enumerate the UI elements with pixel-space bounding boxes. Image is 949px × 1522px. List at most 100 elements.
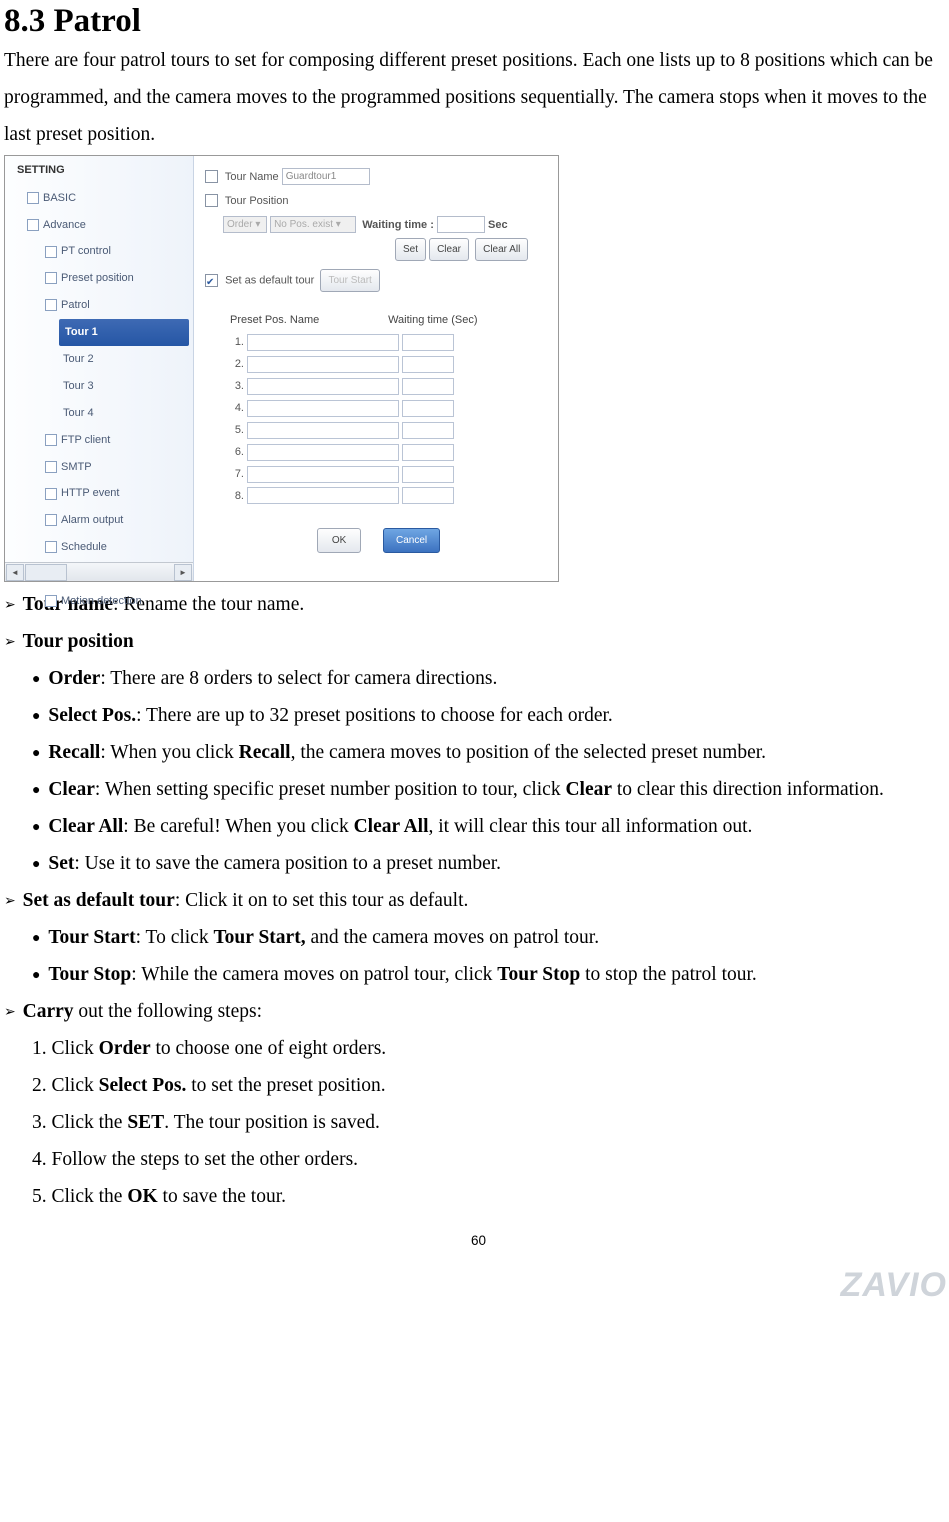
waiting-time-label: Waiting time : [362,219,434,231]
sidebar-item-label: Patrol [61,299,90,311]
sidebar-item-label: FTP client [61,434,110,446]
sidebar-item-label: Advance [43,219,86,231]
row-number: 5. [230,420,244,441]
sidebar-item-label: SMTP [61,461,92,473]
sidebar-item-label: Alarm output [61,514,123,526]
preset-name-cell[interactable] [247,422,399,439]
preset-name-cell[interactable] [247,444,399,461]
folder-icon [27,192,39,204]
folder-icon [45,299,57,311]
steps-list: 1. Click Order to choose one of eight or… [4,1030,949,1215]
tour-start-button[interactable]: Tour Start [320,269,379,292]
sidebar-item[interactable]: Alarm output [5,507,193,534]
preset-name-cell[interactable] [247,400,399,417]
row-number: 1. [230,332,244,353]
brand-logo: ZAVIO [841,1253,947,1318]
position-select[interactable]: No Pos. exist ▾ [270,216,356,233]
table-row: 2. [230,354,552,375]
sidebar-item-label: BASIC [43,192,76,204]
tour-name-checkbox[interactable] [205,170,218,183]
sidebar-item[interactable]: Tour 3 [5,373,193,400]
set-button[interactable]: Set [395,238,426,261]
clear-button[interactable]: Clear [429,238,469,261]
sidebar-item[interactable]: Advance [5,212,193,239]
waiting-time-cell[interactable] [402,378,454,395]
table-row: 8. [230,486,552,507]
sidebar-item[interactable]: Schedule [5,534,193,561]
table-row: 6. [230,442,552,463]
row-number: 3. [230,376,244,397]
tour-name-input[interactable]: Guardtour1 [282,168,370,185]
sidebar-item[interactable]: SMTP [5,454,193,481]
sidebar-item-label: PT control [61,245,111,257]
table-row: 5. [230,420,552,441]
sidebar-item[interactable]: Motion detection [5,588,193,615]
preset-name-cell[interactable] [247,487,399,504]
scroll-right-arrow[interactable]: ► [174,564,192,581]
tour-position-checkbox[interactable] [205,194,218,207]
horizontal-scrollbar[interactable]: ◄ ► [5,562,193,581]
sidebar-item[interactable]: Tour 4 [5,400,193,427]
preset-name-cell[interactable] [247,356,399,373]
waiting-time-cell[interactable] [402,444,454,461]
clear-all-button[interactable]: Clear All [475,238,528,261]
table-row: 4. [230,398,552,419]
preset-table: Preset Pos. Name Waiting time (Sec) 1.2.… [230,310,552,506]
settings-sidebar: SETTING BASIC Advance PT control Preset pos… [5,156,194,581]
order-select[interactable]: Order ▾ [223,216,267,233]
table-row: 3. [230,376,552,397]
folder-icon [45,514,57,526]
default-tour-checkbox[interactable] [205,274,218,287]
sidebar-item-label: Tour 4 [63,407,94,419]
folder-icon [45,434,57,446]
settings-screenshot: SETTING BASIC Advance PT control Preset pos… [4,155,559,582]
waiting-time-cell[interactable] [402,422,454,439]
sidebar-item[interactable]: HTTP event [5,480,193,507]
preset-name-cell[interactable] [247,466,399,483]
col-header-wait: Waiting time (Sec) [388,314,477,326]
sidebar-item-label: Schedule [61,541,107,553]
waiting-time-input[interactable] [437,216,485,233]
row-number: 6. [230,442,244,463]
folder-icon [45,595,57,607]
waiting-time-cell[interactable] [402,356,454,373]
scroll-left-arrow[interactable]: ◄ [6,564,24,581]
folder-icon [27,219,39,231]
sidebar-item[interactable]: Tour 1 [59,319,189,346]
sidebar-item-label: Tour 2 [63,353,94,365]
sidebar-item-label: Preset position [61,272,134,284]
row-number: 4. [230,398,244,419]
scroll-thumb[interactable] [25,564,67,581]
waiting-time-cell[interactable] [402,487,454,504]
folder-icon [45,246,57,258]
col-header-name: Preset Pos. Name [230,310,385,331]
sidebar-item[interactable]: Tour 2 [5,346,193,373]
row-number: 7. [230,464,244,485]
sidebar-item[interactable]: FTP client [5,427,193,454]
row-number: 8. [230,486,244,507]
tour-position-label: Tour Position [225,195,289,207]
ok-button[interactable]: OK [317,528,361,553]
preset-name-cell[interactable] [247,378,399,395]
waiting-time-cell[interactable] [402,400,454,417]
sidebar-item[interactable]: Patrol [5,292,193,319]
sidebar-item[interactable]: BASIC [5,185,193,212]
folder-icon [45,272,57,284]
folder-icon [45,488,57,500]
sidebar-item[interactable]: Preset position [5,265,193,292]
waiting-time-cell[interactable] [402,466,454,483]
sidebar-item-label: HTTP event [61,487,120,499]
sidebar-item[interactable]: PT control [5,238,193,265]
folder-icon [45,461,57,473]
cancel-button[interactable]: Cancel [383,528,440,553]
page-number: 60 [4,1228,949,1254]
sidebar-item-label: Tour 3 [63,380,94,392]
preset-name-cell[interactable] [247,334,399,351]
sidebar-item-label: Motion detection [61,595,142,607]
settings-form: Tour Name Guardtour1 Tour Position Order… [205,164,552,559]
row-number: 2. [230,354,244,375]
tour-name-label: Tour Name [225,171,279,183]
folder-icon [45,541,57,553]
waiting-time-cell[interactable] [402,334,454,351]
sidebar-header: SETTING [5,156,193,185]
